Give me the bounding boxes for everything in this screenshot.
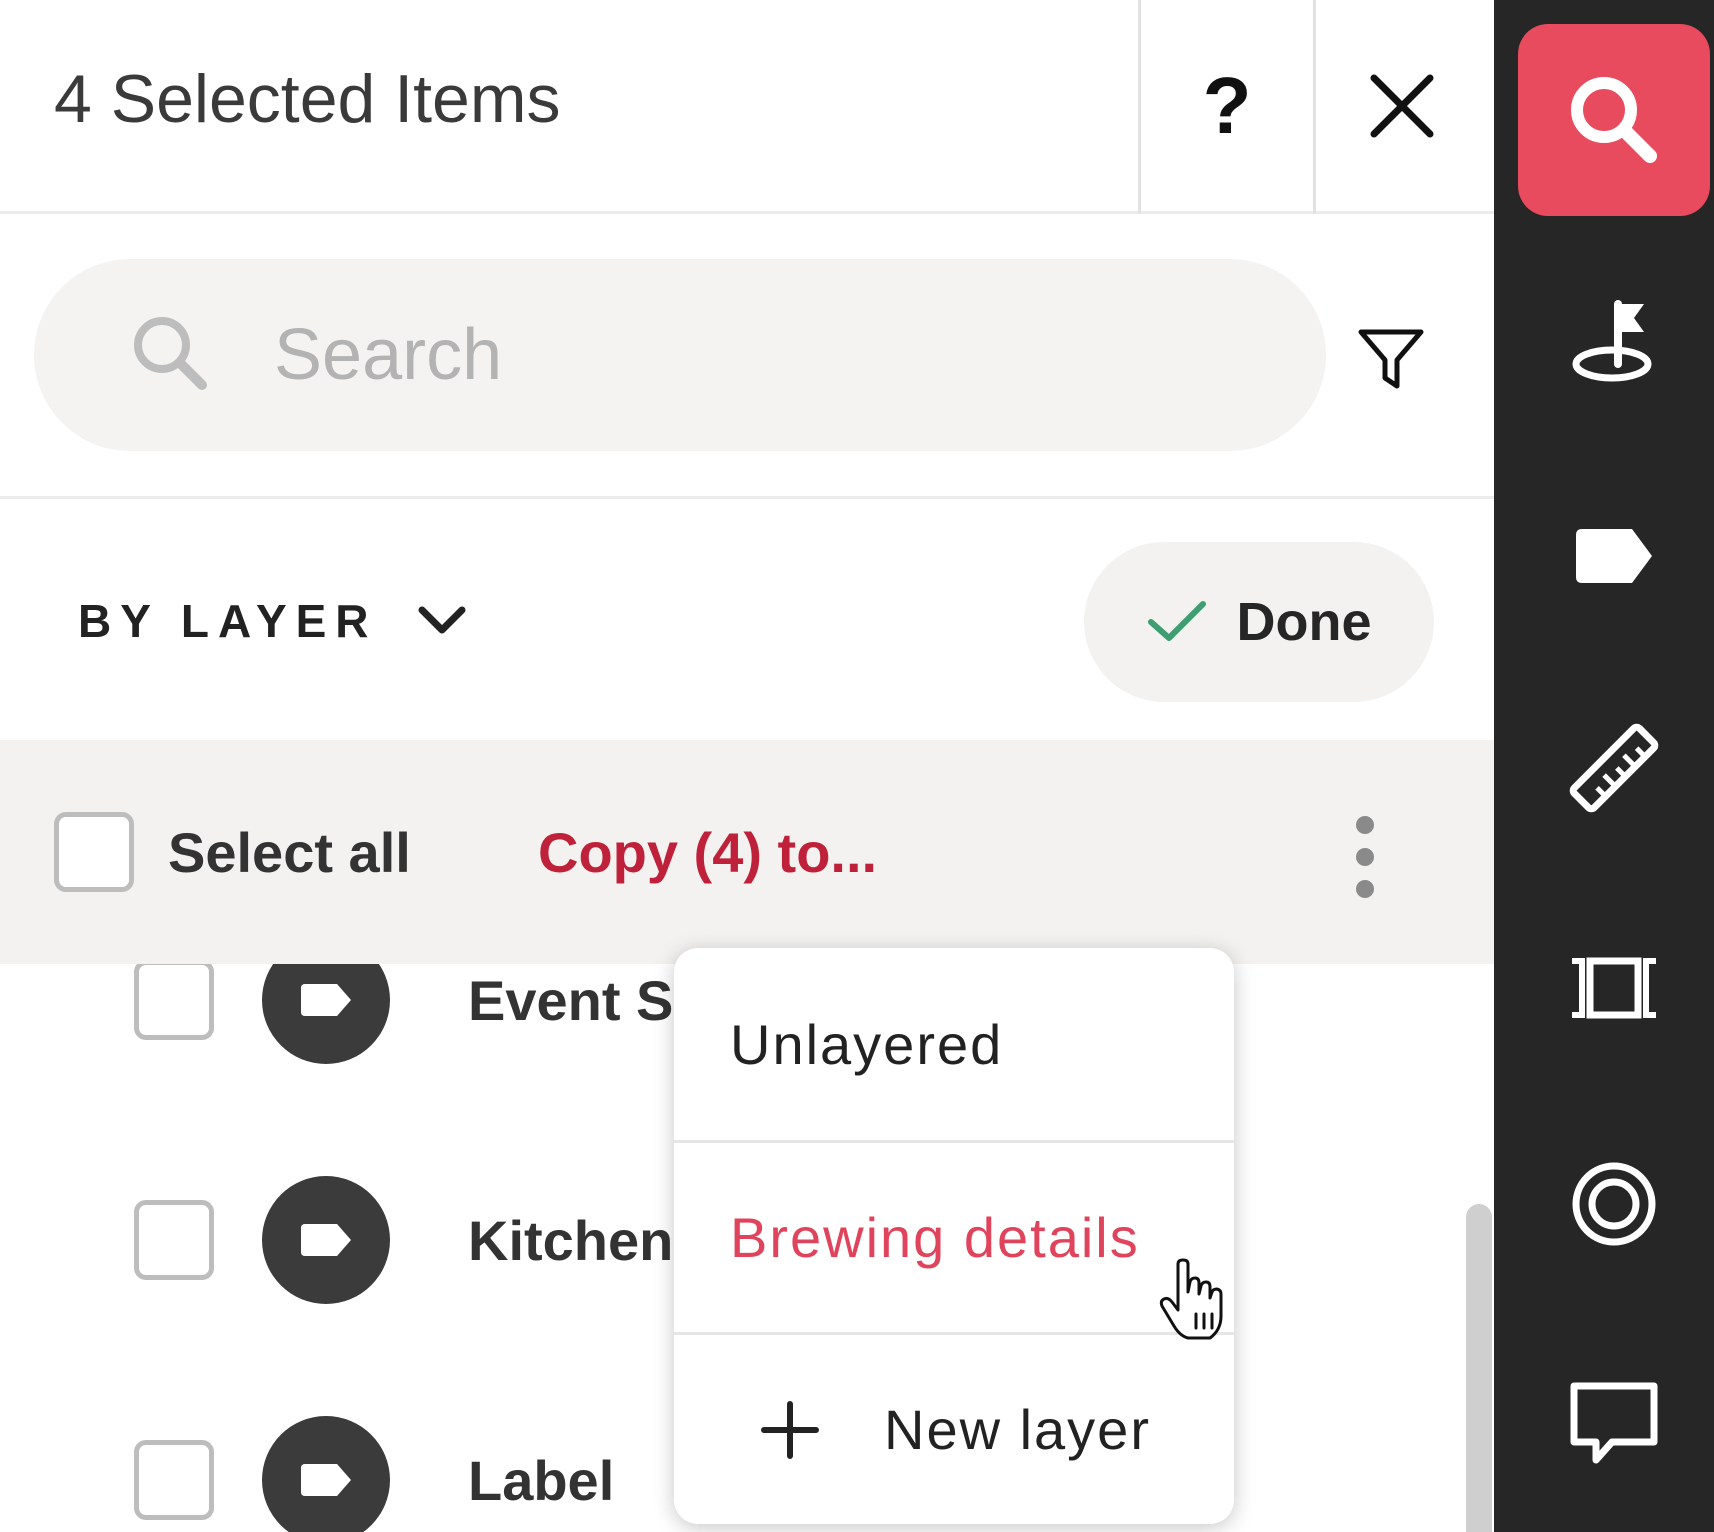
menu-item-unlayered[interactable]: Unlayered <box>674 948 1234 1140</box>
help-button[interactable]: ? <box>1141 0 1313 212</box>
pin-flag-icon <box>1572 300 1652 382</box>
panel-title: 4 Selected Items <box>54 61 561 137</box>
tag-icon <box>1576 529 1652 583</box>
filter-button[interactable] <box>1346 311 1436 407</box>
pin-tool-button[interactable] <box>1518 248 1710 440</box>
grouping-row: BY LAYER Done <box>0 502 1494 740</box>
close-button[interactable] <box>1316 0 1488 212</box>
search-icon <box>1571 77 1657 163</box>
group-by-label: BY LAYER <box>78 595 378 647</box>
ruler-icon <box>1569 723 1659 813</box>
search-row <box>0 217 1494 499</box>
dimension-tool-button[interactable] <box>1518 892 1710 1084</box>
kebab-icon <box>1356 816 1374 898</box>
check-icon <box>1147 601 1206 641</box>
item-checkbox[interactable] <box>134 1200 214 1280</box>
measure-tool-button[interactable] <box>1518 672 1710 864</box>
selection-toolbar: Select all Copy (4) to... <box>0 740 1494 964</box>
done-button[interactable]: Done <box>1084 542 1434 702</box>
menu-item-label: Brewing details <box>730 1206 1140 1269</box>
tag-icon <box>301 1224 351 1256</box>
help-icon: ? <box>1202 61 1252 150</box>
search-tool-button[interactable] <box>1518 24 1710 216</box>
filter-icon <box>1358 329 1424 389</box>
panel-header: 4 Selected Items ? <box>0 0 1494 214</box>
item-name: Kitchen <box>468 1209 674 1272</box>
list-scrollbar[interactable] <box>1466 964 1492 1532</box>
select-all-label[interactable]: Select all <box>168 820 411 885</box>
tag-icon <box>301 984 351 1016</box>
search-box[interactable] <box>34 259 1326 451</box>
menu-item-new-layer[interactable]: New layer <box>674 1332 1234 1524</box>
search-icon <box>134 317 207 390</box>
comment-tool-button[interactable] <box>1518 1328 1710 1520</box>
item-checkbox[interactable] <box>134 964 214 1040</box>
copy-to-button[interactable]: Copy (4) to... <box>538 820 877 885</box>
search-input[interactable] <box>274 299 1274 411</box>
more-options-button[interactable] <box>1330 814 1400 900</box>
menu-item-label: New layer <box>884 1398 1151 1461</box>
done-label: Done <box>1236 592 1372 652</box>
scrollbar-thumb[interactable] <box>1466 1204 1492 1532</box>
chevron-down-icon <box>418 606 466 634</box>
close-icon <box>1370 74 1434 138</box>
target-icon <box>1572 1162 1656 1246</box>
copy-to-menu: Unlayered Brewing details New layer <box>674 948 1234 1524</box>
item-name: Label <box>468 1449 615 1512</box>
menu-item-label: Unlayered <box>730 1012 1004 1076</box>
item-type-badge <box>262 964 390 1064</box>
plus-icon <box>761 1400 819 1459</box>
item-name: Event S <box>468 969 674 1032</box>
dimension-icon <box>1572 957 1656 1019</box>
item-type-badge <box>262 1176 390 1304</box>
label-tool-button[interactable] <box>1518 460 1710 652</box>
tag-icon <box>301 1464 351 1496</box>
item-type-badge <box>262 1416 390 1532</box>
menu-item-brewing-details[interactable]: Brewing details <box>674 1140 1234 1332</box>
comment-icon <box>1570 1382 1658 1464</box>
group-by-dropdown[interactable]: BY LAYER <box>78 594 466 648</box>
item-checkbox[interactable] <box>134 1440 214 1520</box>
tools-sidebar <box>1494 0 1714 1532</box>
select-all-checkbox[interactable] <box>54 812 134 892</box>
radius-tool-button[interactable] <box>1518 1108 1710 1300</box>
